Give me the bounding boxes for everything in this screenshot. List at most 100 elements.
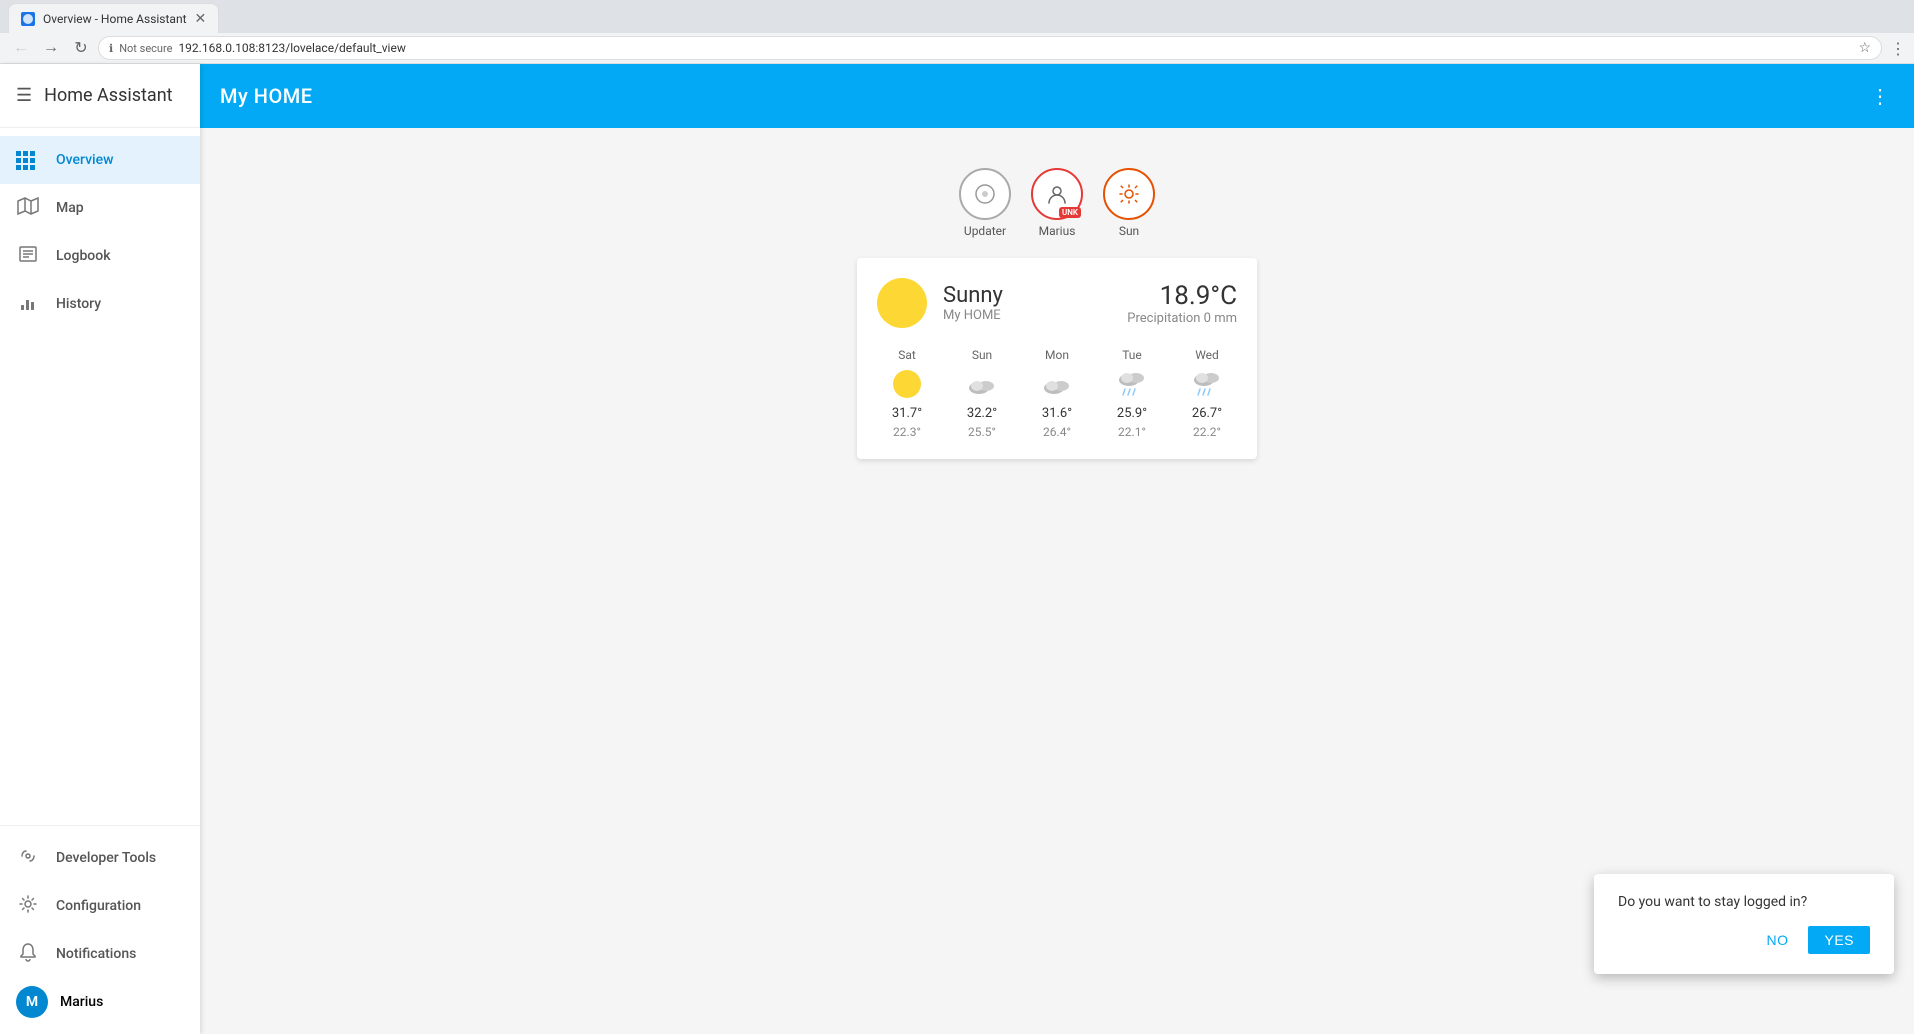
yes-button[interactable]: YES — [1808, 926, 1870, 954]
stay-logged-in-question: Do you want to stay logged in? — [1618, 894, 1870, 910]
topbar-menu-button[interactable]: ⋮ — [1866, 80, 1894, 113]
tab-close-button[interactable]: ✕ — [195, 11, 207, 27]
forecast-high-sat: 31.7° — [892, 406, 922, 421]
sidebar-item-logbook[interactable]: Logbook — [0, 232, 200, 280]
sidebar-bottom: Developer Tools Configuration Notificati… — [0, 825, 200, 1034]
presence-row: Updater UNK Marius Sun — [220, 168, 1894, 238]
sidebar-item-configuration[interactable]: Configuration — [0, 882, 200, 930]
forecast-low-tue: 22.1° — [1118, 425, 1146, 439]
weather-precipitation: Precipitation 0 mm — [1127, 311, 1237, 326]
sidebar-item-label-history: History — [56, 296, 101, 312]
forecast-day-sat: Sat 31.7° 22.3° — [877, 348, 937, 439]
forecast-high-tue: 25.9° — [1117, 406, 1147, 421]
forecast-day-wed: Wed 26.7° 22.2° — [1177, 348, 1237, 439]
forecast-low-sun: 25.5° — [968, 425, 996, 439]
forecast-icon-wed — [1189, 366, 1225, 402]
presence-item-sun: Sun — [1103, 168, 1155, 238]
no-button[interactable]: NO — [1754, 926, 1800, 954]
forward-button[interactable]: → — [38, 35, 64, 61]
forecast-icon-sun — [964, 366, 1000, 402]
map-icon — [16, 195, 40, 222]
not-secure-label: Not secure — [119, 42, 172, 55]
forecast-icon-tue — [1114, 366, 1150, 402]
sidebar: ☰ Home Assistant Overview Map — [0, 64, 200, 1034]
forecast-day-name-sun: Sun — [972, 348, 992, 362]
app-title: Home Assistant — [44, 85, 172, 106]
weather-location: My HOME — [943, 308, 1127, 323]
notifications-icon — [16, 941, 40, 968]
forecast-icon-sat — [889, 366, 925, 402]
forecast-day-name-tue: Tue — [1122, 348, 1142, 362]
address-text: 192.168.0.108:8123/lovelace/default_view — [178, 41, 1852, 55]
overview-icon — [16, 151, 40, 170]
forecast-low-wed: 22.2° — [1193, 425, 1221, 439]
sidebar-item-label-developer-tools: Developer Tools — [56, 850, 156, 866]
topbar: My HOME ⋮ — [200, 64, 1914, 128]
presence-label-sun: Sun — [1119, 224, 1139, 238]
topbar-actions: ⋮ — [1866, 80, 1894, 113]
sidebar-item-history[interactable]: History — [0, 280, 200, 328]
sidebar-item-label-logbook: Logbook — [56, 248, 111, 264]
sidebar-item-label-map: Map — [56, 200, 84, 216]
stay-logged-in-actions: NO YES — [1618, 926, 1870, 954]
presence-circle-sun[interactable] — [1103, 168, 1155, 220]
configuration-icon — [16, 893, 40, 920]
hamburger-menu-icon[interactable]: ☰ — [16, 85, 32, 106]
forecast-day-mon: Mon 31.6° 26.4° — [1027, 348, 1087, 439]
presence-circle-updater[interactable] — [959, 168, 1011, 220]
presence-item-updater: Updater — [959, 168, 1011, 238]
forecast-day-tue: Tue 25.9° 22.1° — [1102, 348, 1162, 439]
forecast-day-name-sat: Sat — [898, 348, 916, 362]
browser-toolbar: ← → ↻ ℹ Not secure 192.168.0.108:8123/lo… — [0, 33, 1914, 63]
presence-circle-marius[interactable]: UNK — [1031, 168, 1083, 220]
weather-info: Sunny My HOME — [943, 283, 1127, 323]
forecast-day-sun: Sun 32.2° 25.5° — [952, 348, 1012, 439]
topbar-title: My HOME — [220, 84, 313, 108]
browser-chrome: Overview - Home Assistant ✕ ← → ↻ ℹ Not … — [0, 0, 1914, 64]
active-tab[interactable]: Overview - Home Assistant ✕ — [8, 3, 219, 33]
forecast-high-mon: 31.6° — [1042, 406, 1072, 421]
presence-label-marius: Marius — [1039, 224, 1076, 238]
forecast-icon-mon — [1039, 366, 1075, 402]
weather-forecast: Sat 31.7° 22.3° Sun 32.2° — [877, 348, 1237, 439]
unk-badge: UNK — [1059, 207, 1081, 218]
tab-title: Overview - Home Assistant — [43, 12, 187, 26]
user-name-label: Marius — [60, 994, 103, 1010]
sidebar-item-map[interactable]: Map — [0, 184, 200, 232]
presence-label-updater: Updater — [964, 224, 1006, 238]
browser-tabs: Overview - Home Assistant ✕ — [0, 0, 1914, 33]
sidebar-item-overview[interactable]: Overview — [0, 136, 200, 184]
sidebar-item-developer-tools[interactable]: Developer Tools — [0, 834, 200, 882]
browser-menu-button[interactable]: ⋮ — [1890, 39, 1906, 58]
forecast-high-wed: 26.7° — [1192, 406, 1222, 421]
tab-favicon — [21, 12, 35, 26]
weather-temperature: 18.9°C — [1127, 281, 1237, 311]
sidebar-item-label-configuration: Configuration — [56, 898, 141, 914]
sidebar-item-notifications[interactable]: Notifications — [0, 930, 200, 978]
lock-icon: ℹ — [109, 42, 113, 55]
presence-item-marius: UNK Marius — [1031, 168, 1083, 238]
weather-temp-block: 18.9°C Precipitation 0 mm — [1127, 281, 1237, 326]
address-bar[interactable]: ℹ Not secure 192.168.0.108:8123/lovelace… — [98, 36, 1882, 60]
weather-condition: Sunny — [943, 283, 1127, 308]
weather-header: Sunny My HOME 18.9°C Precipitation 0 mm — [877, 278, 1237, 328]
developer-tools-icon — [16, 845, 40, 872]
back-button[interactable]: ← — [8, 35, 34, 61]
sidebar-user[interactable]: M Marius — [0, 978, 200, 1026]
sidebar-item-label-notifications: Notifications — [56, 946, 136, 962]
sidebar-item-label-overview: Overview — [56, 152, 113, 168]
logbook-icon — [16, 243, 40, 270]
weather-card: Sunny My HOME 18.9°C Precipitation 0 mm … — [857, 258, 1257, 459]
forecast-high-sun: 32.2° — [967, 406, 997, 421]
sidebar-nav: Overview Map Logbook Histo — [0, 128, 200, 825]
reload-button[interactable]: ↻ — [68, 35, 94, 61]
bookmark-icon[interactable]: ☆ — [1858, 40, 1871, 56]
forecast-low-mon: 26.4° — [1043, 425, 1071, 439]
user-avatar: M — [16, 986, 48, 1018]
forecast-day-name-wed: Wed — [1195, 348, 1219, 362]
weather-main-icon — [877, 278, 927, 328]
sidebar-header: ☰ Home Assistant — [0, 64, 200, 128]
history-icon — [16, 291, 40, 318]
forecast-day-name-mon: Mon — [1045, 348, 1069, 362]
forecast-low-sat: 22.3° — [893, 425, 921, 439]
